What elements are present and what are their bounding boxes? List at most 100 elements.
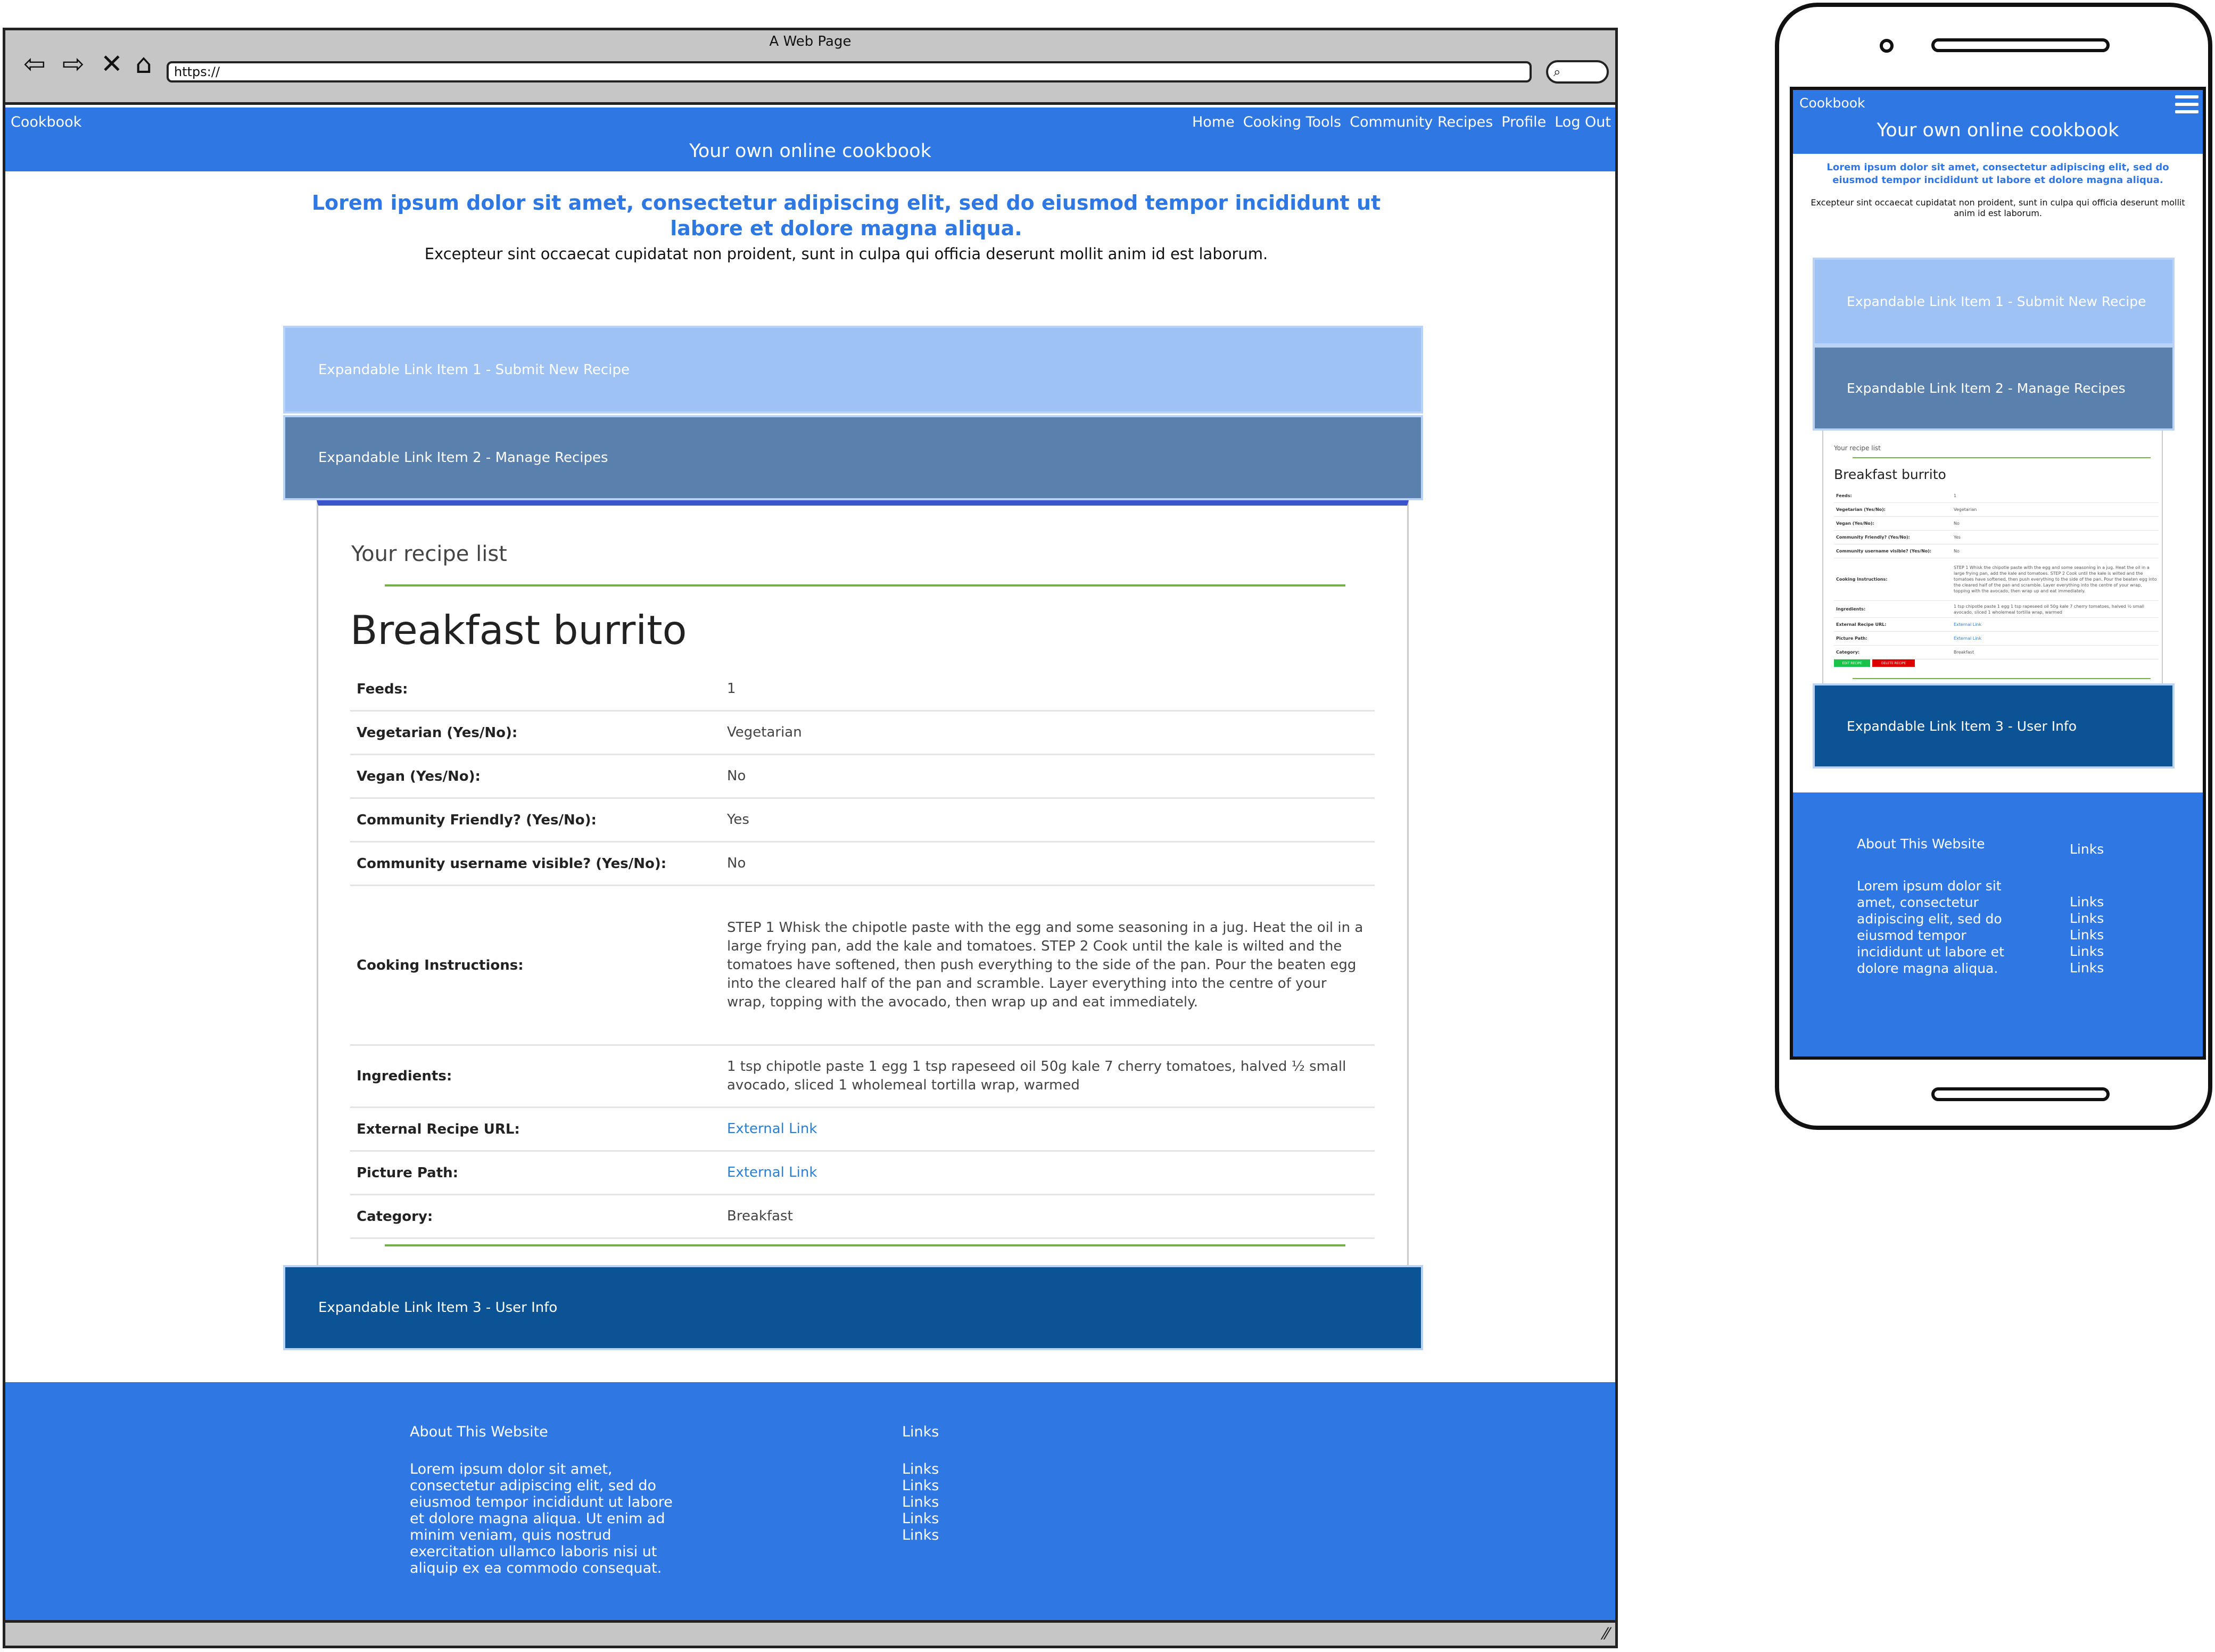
recipe-list-heading: Your recipe list — [351, 542, 507, 566]
accordion-manage-recipes[interactable]: Expandable Link Item 2 - Manage Recipes — [283, 415, 1423, 500]
row-label: Picture Path: — [1836, 636, 1867, 641]
table-row: Feeds: 1 — [1834, 489, 2159, 503]
browser-search-button[interactable]: ⌕ — [1546, 60, 1609, 84]
forward-icon[interactable]: ⇨ — [56, 51, 91, 77]
site-footer: About This Website Lorem ipsum dolor sit… — [5, 1382, 1615, 1627]
web-page: Cookbook Home Cooking Tools Community Re… — [5, 108, 1615, 1646]
mobile-edit-recipe-button[interactable]: EDIT RECIPE — [1834, 659, 1870, 667]
top-navbar: Cookbook Home Cooking Tools Community Re… — [5, 108, 1615, 171]
table-row: Ingredients: 1 tsp chipotle paste 1 egg … — [350, 1046, 1375, 1108]
mobile-hero-title: Lorem ipsum dolor sit amet, consectetur … — [1826, 162, 2169, 186]
table-row: Category: Breakfast — [1834, 646, 2159, 659]
divider — [1853, 678, 2151, 679]
row-label: Cooking Instructions: — [357, 957, 524, 973]
url-input[interactable]: https:// — [167, 61, 1532, 82]
row-label: Category: — [357, 1208, 433, 1225]
picture-path-link[interactable]: External Link — [1954, 635, 2159, 641]
mobile-footer-links: Links Links Links Links Links — [2070, 894, 2104, 976]
brand-logo[interactable]: Cookbook — [11, 114, 81, 130]
table-row: Feeds: 1 — [350, 668, 1375, 712]
footer-link[interactable]: Links — [2070, 927, 2104, 943]
nav-community-recipes[interactable]: Community Recipes — [1350, 114, 1493, 130]
external-recipe-link[interactable]: External Link — [1954, 622, 2159, 627]
footer-link[interactable]: Links — [902, 1494, 939, 1510]
resize-grip-icon[interactable]: ⁄⁄ — [1604, 1625, 1609, 1643]
nav-profile[interactable]: Profile — [1501, 114, 1546, 130]
mobile-recipe-title: Breakfast burrito — [1834, 467, 1946, 482]
row-value: Yes — [1954, 535, 1961, 540]
row-label: Community Friendly? (Yes/No): — [1836, 535, 1910, 540]
nav-log-out[interactable]: Log Out — [1555, 114, 1611, 130]
mobile-recipe-table: Feeds: 1 Vegetarian (Yes/No): Vegetarian V… — [1834, 489, 2159, 659]
table-row: Vegetarian (Yes/No): Vegetarian — [350, 712, 1375, 755]
footer-link[interactable]: Links — [2070, 943, 2104, 960]
divider — [1853, 457, 2151, 458]
row-label: Category: — [1836, 650, 1860, 655]
home-icon[interactable]: ⌂ — [129, 51, 159, 77]
row-label: Ingredients: — [1836, 607, 1866, 612]
mobile-accordion-manage-recipes[interactable]: Expandable Link Item 2 - Manage Recipes — [1813, 345, 2175, 431]
row-value: Yes — [727, 812, 749, 828]
footer-about-text: Lorem ipsum dolor sit amet, consectetur … — [410, 1461, 673, 1576]
external-recipe-link[interactable]: External Link — [727, 1120, 1375, 1138]
browser-statusbar: ⁄⁄ — [5, 1620, 1615, 1646]
row-label: Feeds: — [357, 681, 408, 697]
row-value: 1 — [727, 681, 736, 697]
table-row: Category: Breakfast — [350, 1195, 1375, 1239]
table-row: Cooking Instructions: STEP 1 Whisk the ch… — [1834, 558, 2159, 601]
picture-path-link[interactable]: External Link — [727, 1163, 1375, 1182]
table-row: Vegan (Yes/No): No — [1834, 517, 2159, 531]
row-label: Community Friendly? (Yes/No): — [357, 812, 597, 828]
nav-home[interactable]: Home — [1192, 114, 1235, 130]
accordion-submit-recipe[interactable]: Expandable Link Item 1 - Submit New Reci… — [283, 326, 1423, 414]
footer-link[interactable]: Links — [902, 1527, 939, 1543]
mobile-recipe-list-heading: Your recipe list — [1834, 444, 1881, 452]
recipe-details-table: Feeds: 1 Vegetarian (Yes/No): Vegetarian… — [350, 668, 1375, 1239]
table-row: Community Friendly? (Yes/No): Yes — [1834, 531, 2159, 544]
stop-icon[interactable]: ✕ — [98, 51, 125, 77]
browser-toolbar: A Web Page ⇦ ⇨ ✕ ⌂ https:// ⌕ — [5, 30, 1615, 105]
footer-link[interactable]: Links — [902, 1510, 939, 1527]
table-row: Picture Path: External Link — [350, 1152, 1375, 1195]
row-label: Vegetarian (Yes/No): — [1836, 507, 1886, 512]
divider — [385, 584, 1345, 587]
table-row: Vegan (Yes/No): No — [350, 755, 1375, 799]
hero-subtitle: Excepteur sint occaecat cupidatat non pr… — [424, 245, 1268, 263]
accordion-user-info[interactable]: Expandable Link Item 3 - User Info — [283, 1265, 1423, 1350]
mobile-footer: About This Website Lorem ipsum dolor sit… — [1793, 792, 2203, 1056]
speaker-grille — [1931, 38, 2110, 52]
mobile-recipe-actions: EDIT RECIPE DELETE RECIPE — [1834, 659, 1915, 667]
table-row: Vegetarian (Yes/No): Vegetarian — [1834, 503, 2159, 517]
footer-link[interactable]: Links — [2070, 960, 2104, 976]
footer-link[interactable]: Links — [2070, 910, 2104, 927]
footer-about-heading: About This Website — [410, 1424, 548, 1440]
home-button[interactable] — [1931, 1087, 2110, 1101]
row-label: External Recipe URL: — [1836, 622, 1887, 627]
hamburger-menu-icon[interactable] — [2175, 95, 2199, 118]
camera-icon — [1880, 39, 1894, 53]
mobile-delete-recipe-button[interactable]: DELETE RECIPE — [1872, 659, 1915, 667]
divider — [385, 1244, 1345, 1246]
footer-link[interactable]: Links — [2070, 894, 2104, 910]
footer-link[interactable]: Links — [902, 1461, 939, 1477]
row-label: Community username visible? (Yes/No): — [357, 855, 667, 872]
footer-link[interactable]: Links — [902, 1477, 939, 1494]
mobile-tagline: Your own online cookbook — [1877, 120, 2119, 141]
row-label: Picture Path: — [357, 1164, 459, 1181]
row-value: Vegetarian — [727, 724, 802, 740]
mobile-footer-about-heading: About This Website — [1857, 836, 1985, 852]
nav-cooking-tools[interactable]: Cooking Tools — [1243, 114, 1341, 130]
mobile-accordion-user-info[interactable]: Expandable Link Item 3 - User Info — [1813, 683, 2175, 769]
table-row: Cooking Instructions: STEP 1 Whisk the c… — [350, 886, 1375, 1046]
row-label: Vegan (Yes/No): — [1836, 521, 1874, 526]
row-label: Vegan (Yes/No): — [357, 768, 481, 784]
mobile-accordion-submit-recipe[interactable]: Expandable Link Item 1 - Submit New Reci… — [1813, 258, 2175, 345]
back-icon[interactable]: ⇦ — [17, 51, 52, 77]
site-tagline: Your own online cookbook — [689, 141, 931, 162]
nav-menu: Home Cooking Tools Community Recipes Pro… — [1192, 114, 1611, 130]
row-value: 1 tsp chipotle paste 1 egg 1 tsp rapesee… — [727, 1059, 1346, 1093]
row-label: Community username visible? (Yes/No): — [1836, 549, 1932, 554]
mobile-brand[interactable]: Cookbook — [1799, 95, 1865, 111]
footer-links-heading: Links — [902, 1424, 939, 1440]
row-label: Ingredients: — [357, 1068, 452, 1084]
